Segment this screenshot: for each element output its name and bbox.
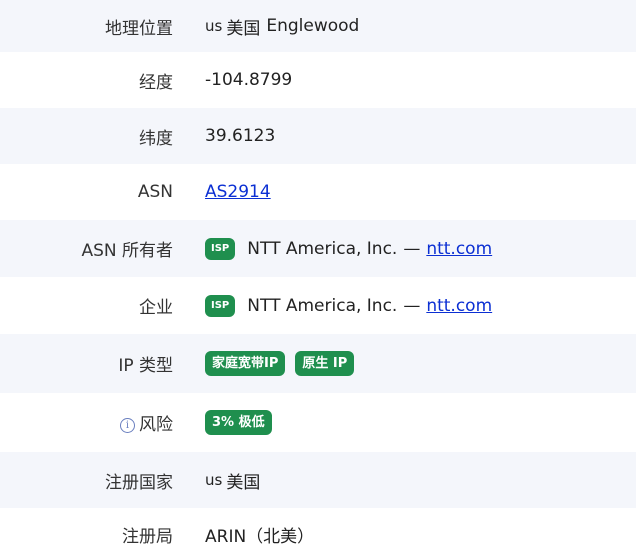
asn-owner-value: ISP NTT America, Inc. — ntt.com <box>173 237 492 260</box>
row-risk: i 风险 3% 极低 <box>0 393 636 452</box>
company-value: ISP NTT America, Inc. — ntt.com <box>173 294 492 317</box>
asn-link[interactable]: AS2914 <box>205 182 271 202</box>
row-asn-owner: ASN 所有者 ISP NTT America, Inc. — ntt.com <box>0 220 636 277</box>
city-name: Englewood <box>266 16 360 36</box>
asn-value: AS2914 <box>173 182 271 202</box>
row-ip-type: IP 类型 家庭宽带IP 原生 IP <box>0 334 636 393</box>
country-name: 美国 <box>226 18 261 39</box>
risk-label-cell: i 风险 <box>0 410 173 435</box>
native-ip-badge: 原生 IP <box>295 351 355 376</box>
reg-country-label: 注册国家 <box>105 472 173 493</box>
row-latitude: 纬度 39.6123 <box>0 108 636 164</box>
registry-label: 注册局 <box>122 526 173 547</box>
asn-owner-label: ASN 所有者 <box>81 241 173 261</box>
ip-type-value: 家庭宽带IP 原生 IP <box>173 351 364 376</box>
reg-country-value: us 美国 <box>173 468 260 493</box>
risk-label: 风险 <box>139 415 173 435</box>
country-code: us <box>205 471 223 489</box>
ip-info-table: 地理位置 us 美国 Englewood 经度 -104.8799 纬度 39.… <box>0 0 636 560</box>
separator-dash: — <box>403 238 421 259</box>
latitude-value: 39.6123 <box>205 126 276 146</box>
row-reg-country: 注册国家 us 美国 <box>0 452 636 508</box>
separator-dash: — <box>403 295 421 316</box>
country-name: 美国 <box>226 472 261 493</box>
latitude-label: 纬度 <box>139 128 173 149</box>
longitude-value: -104.8799 <box>205 70 293 90</box>
row-company: 企业 ISP NTT America, Inc. — ntt.com <box>0 277 636 334</box>
row-location: 地理位置 us 美国 Englewood <box>0 0 636 52</box>
isp-badge: ISP <box>205 237 236 260</box>
risk-value: 3% 极低 <box>173 410 282 435</box>
ip-type-label: IP 类型 <box>118 356 173 376</box>
isp-badge: ISP <box>205 294 236 317</box>
registry-value: ARIN（北美） <box>205 526 315 547</box>
asn-owner-domain-link[interactable]: ntt.com <box>426 239 492 259</box>
asn-label: ASN <box>137 182 173 202</box>
company-label: 企业 <box>139 298 173 318</box>
residential-ip-badge: 家庭宽带IP <box>205 351 286 376</box>
company-org: NTT America, Inc. <box>247 295 398 316</box>
company-domain-link[interactable]: ntt.com <box>426 296 492 316</box>
asn-owner-org: NTT America, Inc. <box>247 238 398 259</box>
row-registry: 注册局 ARIN（北美） <box>0 508 636 560</box>
longitude-label: 经度 <box>139 72 173 93</box>
row-asn: ASN AS2914 <box>0 164 636 220</box>
location-label: 地理位置 <box>105 18 173 39</box>
row-longitude: 经度 -104.8799 <box>0 52 636 108</box>
info-icon[interactable]: i <box>120 417 135 433</box>
location-value: us 美国 Englewood <box>173 14 359 39</box>
risk-badge: 3% 极低 <box>205 410 272 435</box>
country-code: us <box>205 17 223 35</box>
